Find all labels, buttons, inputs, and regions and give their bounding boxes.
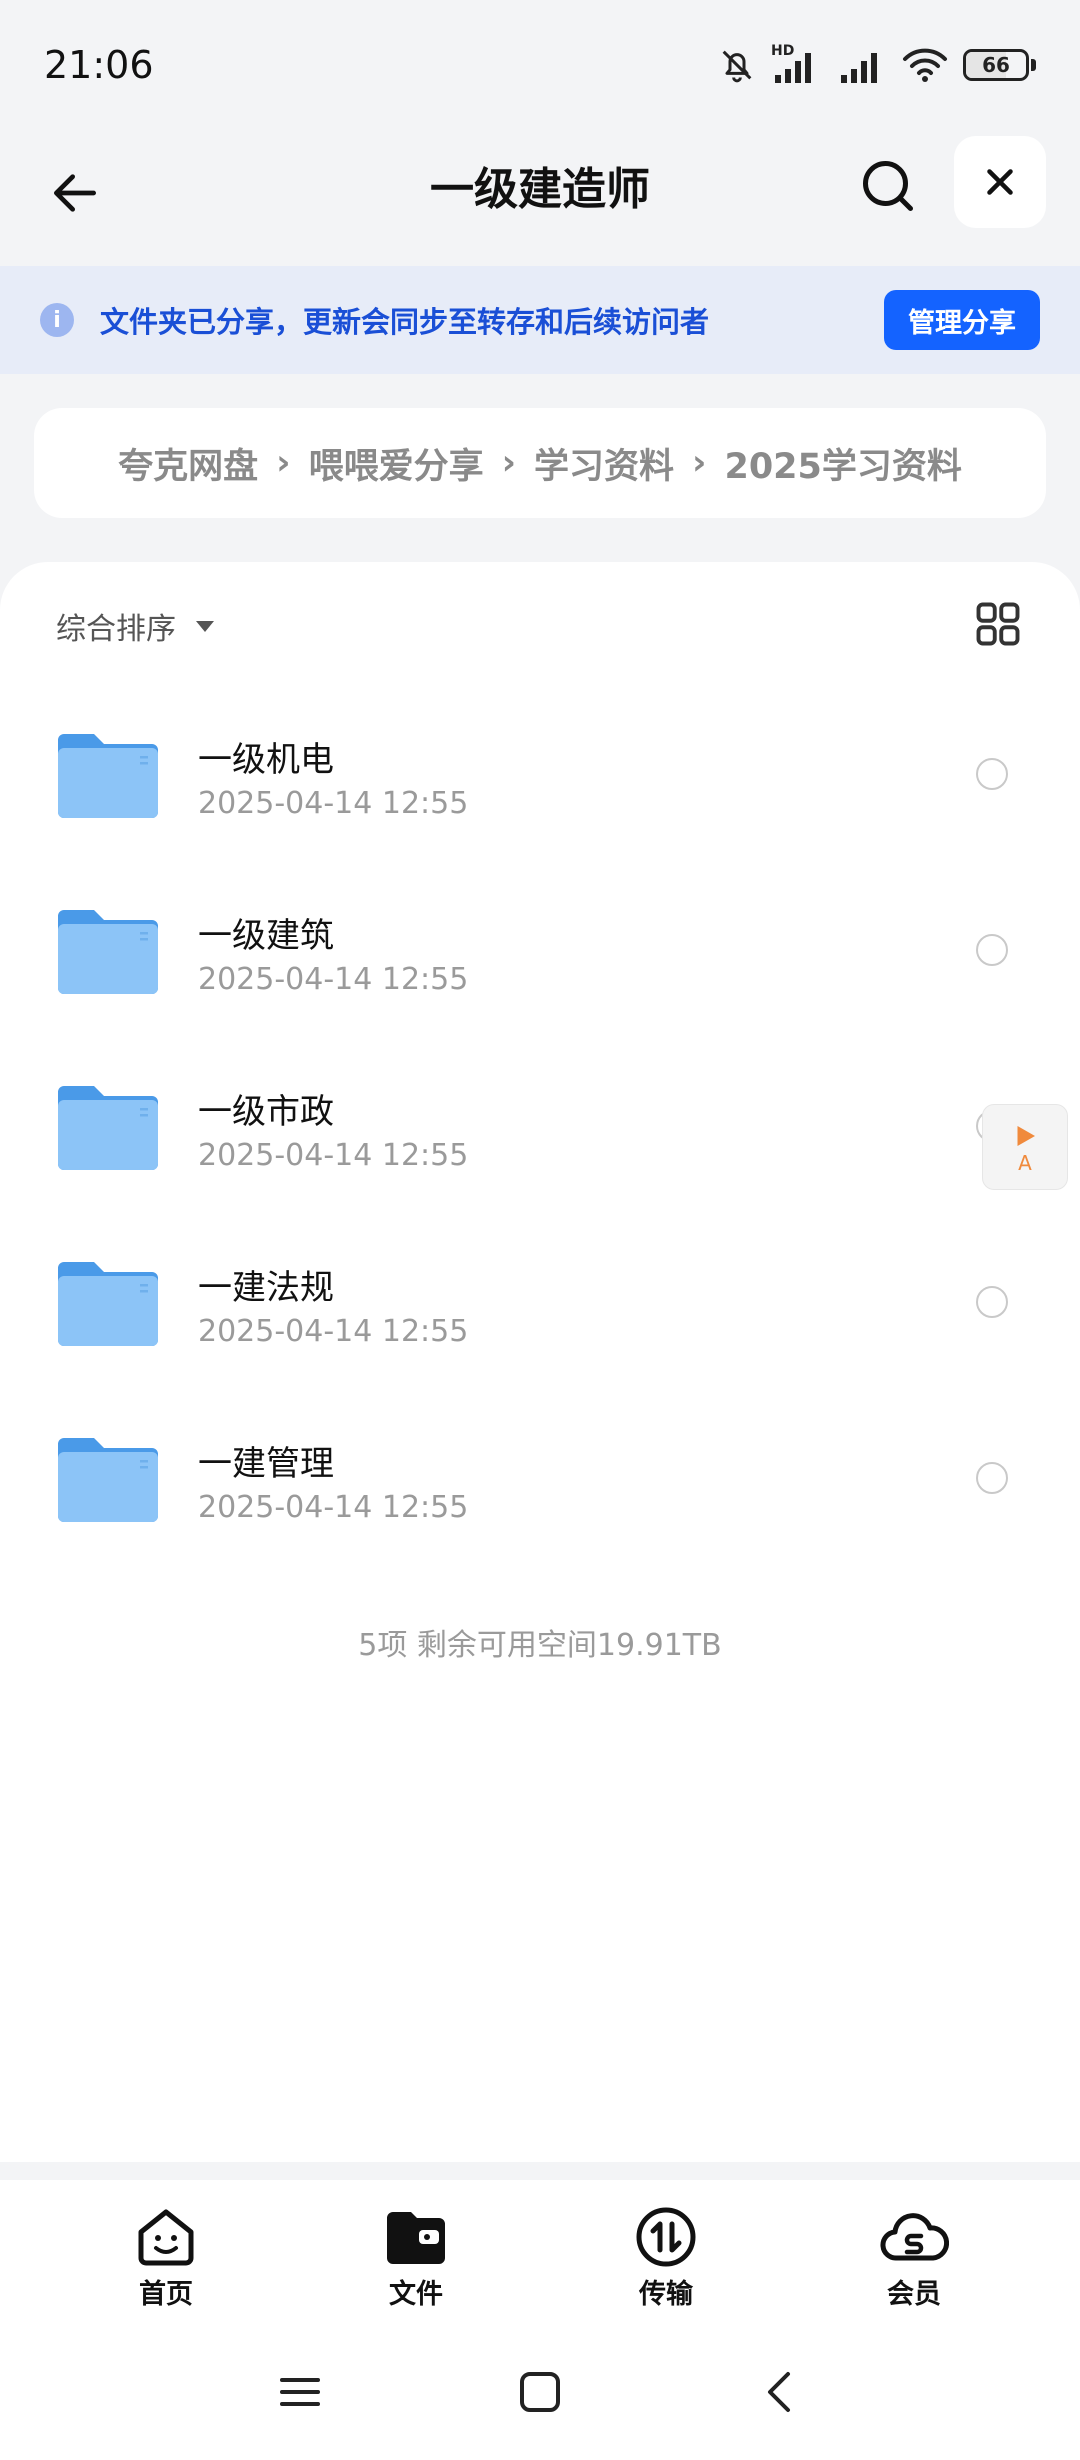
status-icons: HD 66 — [717, 43, 1036, 85]
folder-icon — [58, 734, 158, 818]
close-button[interactable] — [954, 136, 1046, 228]
list-item[interactable]: 一建管理 2025-04-14 12:55 — [0, 1400, 1080, 1576]
breadcrumb-separator: › — [501, 443, 517, 483]
search-button[interactable] — [852, 150, 924, 222]
breadcrumb-separator: › — [276, 443, 291, 483]
list-item[interactable]: 一级市政 2025-04-14 12:55 — [0, 1048, 1080, 1224]
square-home-icon — [520, 2372, 560, 2412]
file-list-panel: 综合排序 一级机电 2025-04-14 12:55 一级建筑 2025-04-… — [0, 562, 1080, 2162]
sort-label: 综合排序 — [56, 612, 176, 647]
nav-item-member[interactable]: 会员 — [834, 2206, 994, 2316]
breadcrumb-item-study[interactable]: 学习资料 — [534, 438, 674, 489]
grid-view-icon[interactable] — [972, 598, 1024, 650]
nav-item-home[interactable]: 首页 — [86, 2206, 246, 2316]
status-time: 21:06 — [44, 43, 154, 87]
chevron-left-icon — [768, 2372, 790, 2412]
play-icon — [1017, 1126, 1035, 1146]
breadcrumb-separator: › — [692, 443, 707, 483]
file-name: 一级市政 — [198, 1092, 334, 1132]
folder-icon — [58, 910, 158, 994]
file-date: 2025-04-14 12:55 — [198, 1314, 469, 1349]
system-back-button[interactable] — [752, 2364, 808, 2420]
home-face-icon — [138, 2209, 194, 2266]
bell-off-icon — [722, 50, 752, 83]
manage-share-button[interactable]: 管理分享 — [884, 290, 1040, 350]
storage-summary: 5项 剩余可用空间19.91TB — [358, 1628, 722, 1663]
share-banner-text: 文件夹已分享，更新会同步至转存和后续访问者 — [100, 305, 710, 339]
floating-widget-label: A — [1018, 1151, 1032, 1175]
search-icon — [863, 161, 913, 211]
transfer-icon — [636, 2207, 696, 2267]
nav-label: 文件 — [389, 2279, 443, 2310]
list-item[interactable]: 一级建筑 2025-04-14 12:55 — [0, 872, 1080, 1048]
nav-label: 传输 — [639, 2279, 693, 2310]
list-item[interactable]: 一级机电 2025-04-14 12:55 — [0, 696, 1080, 872]
breadcrumb-item-current[interactable]: 2025学习资料 — [724, 438, 961, 489]
signal-hd-icon: HD — [771, 43, 823, 85]
floating-widget[interactable]: A — [982, 1104, 1068, 1190]
bottom-nav: 首页 文件 传输 会员 — [0, 2180, 1080, 2320]
header: 一级建造师 — [0, 130, 1080, 266]
folder-icon — [58, 1086, 158, 1170]
nav-label: 首页 — [139, 2279, 193, 2310]
member-cloud-icon — [880, 2213, 949, 2261]
select-radio[interactable] — [976, 1286, 1008, 1318]
battery-level: 66 — [982, 53, 1010, 77]
system-nav-bar — [0, 2320, 1080, 2460]
battery-icon: 66 — [963, 49, 1036, 81]
menu-icon — [280, 2378, 320, 2406]
wifi-icon — [903, 48, 947, 82]
info-icon: i — [40, 303, 74, 337]
file-date: 2025-04-14 12:55 — [198, 962, 469, 997]
share-banner: i 文件夹已分享，更新会同步至转存和后续访问者 管理分享 — [0, 266, 1080, 374]
list-item[interactable]: 一建法规 2025-04-14 12:55 — [0, 1224, 1080, 1400]
signal-icon — [841, 53, 877, 83]
file-name: 一建法规 — [198, 1268, 334, 1308]
file-date: 2025-04-14 12:55 — [198, 1138, 469, 1173]
folder-icon — [387, 2212, 445, 2264]
folder-icon — [58, 1438, 158, 1522]
home-button[interactable] — [512, 2364, 568, 2420]
file-name: 一级机电 — [198, 740, 334, 780]
breadcrumb: 夸克网盘 › 喂喂爱分享 › 学习资料 › 2025学习资料 — [34, 408, 1046, 518]
file-name: 一建管理 — [198, 1444, 334, 1484]
breadcrumb-item-share[interactable]: 喂喂爱分享 — [309, 438, 484, 489]
select-radio[interactable] — [976, 1462, 1008, 1494]
select-radio[interactable] — [976, 758, 1008, 790]
file-name: 一级建筑 — [198, 916, 334, 956]
nav-item-files[interactable]: 文件 — [336, 2206, 496, 2316]
file-date: 2025-04-14 12:55 — [198, 1490, 469, 1525]
nav-item-transfer[interactable]: 传输 — [586, 2206, 746, 2316]
caret-down-icon — [196, 620, 214, 632]
nav-label: 会员 — [887, 2279, 941, 2310]
close-icon — [987, 169, 1013, 195]
sort-dropdown[interactable]: 综合排序 — [56, 602, 214, 650]
folder-icon — [58, 1262, 158, 1346]
menu-button[interactable] — [272, 2364, 328, 2420]
breadcrumb-item-root[interactable]: 夸克网盘 — [118, 438, 258, 489]
select-radio[interactable] — [976, 934, 1008, 966]
status-bar: 21:06 HD 66 — [0, 0, 1080, 130]
file-date: 2025-04-14 12:55 — [198, 786, 469, 821]
